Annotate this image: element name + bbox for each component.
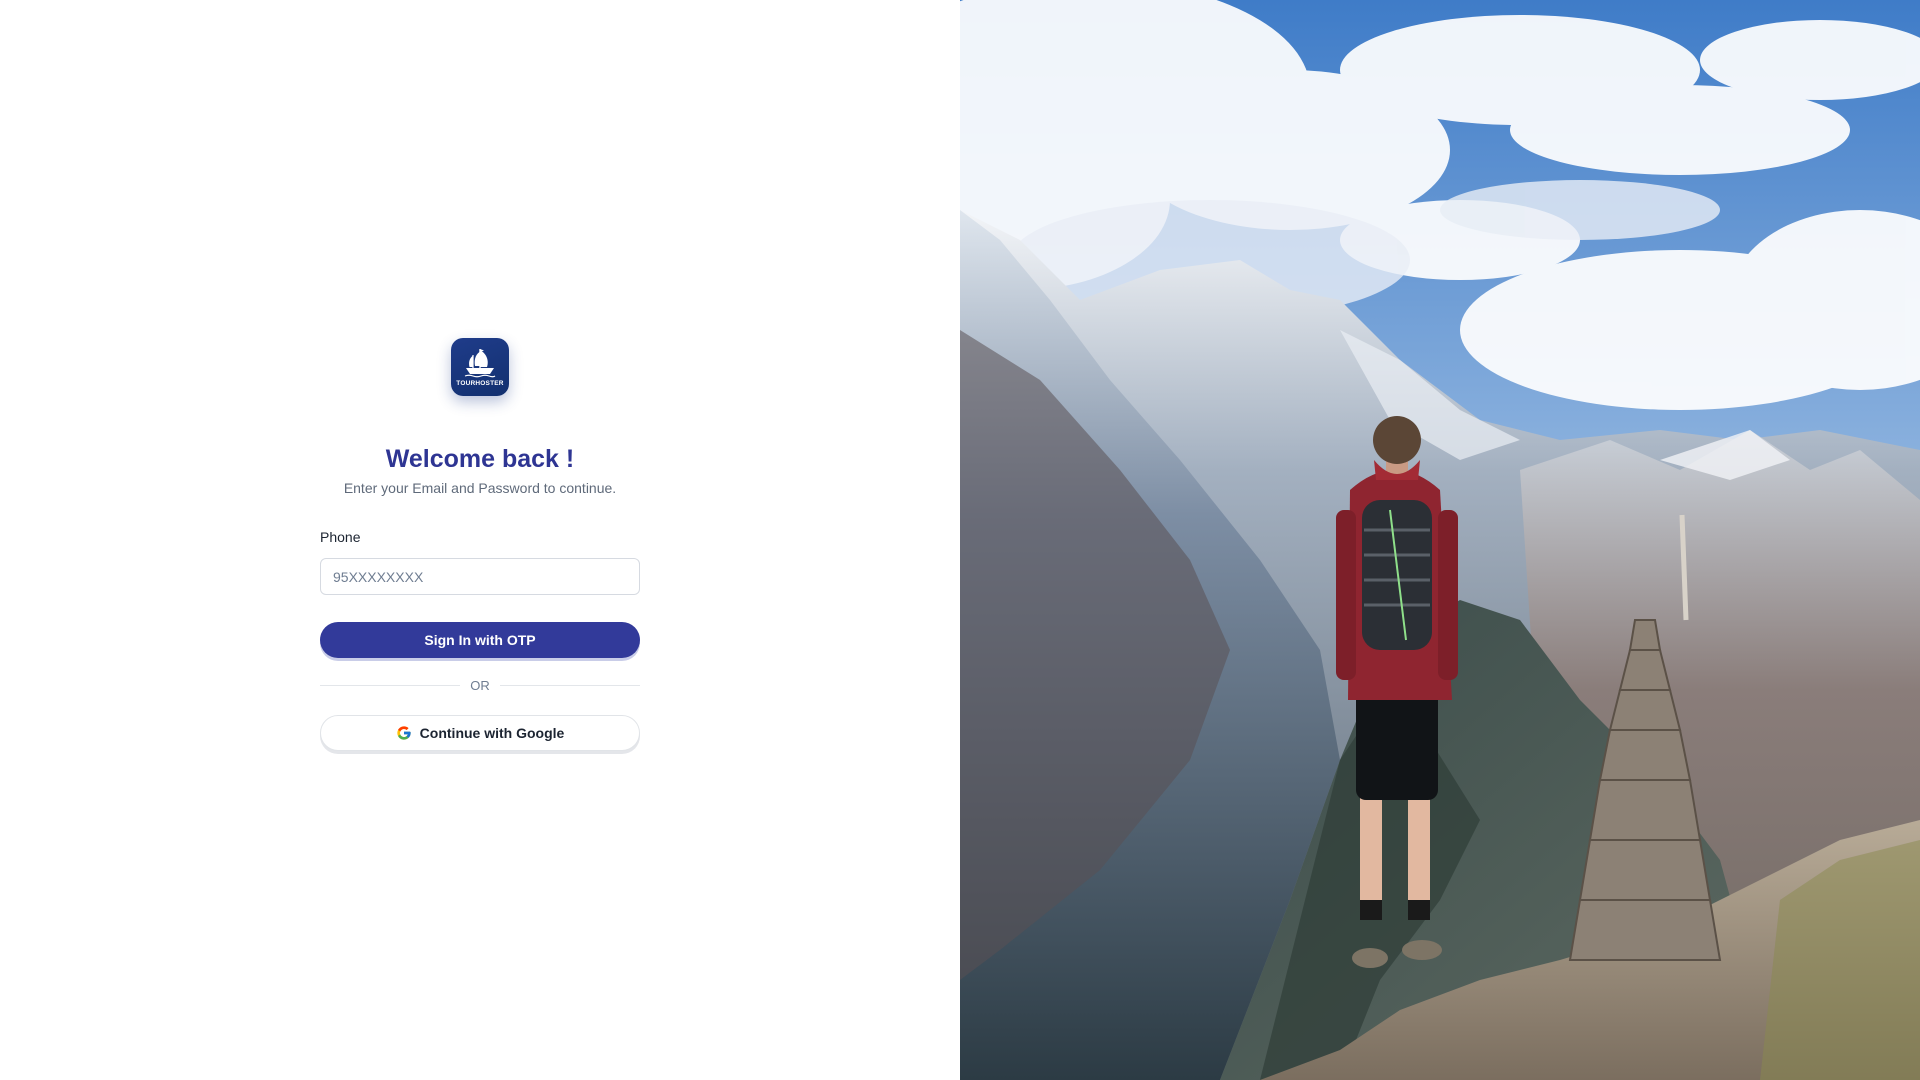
sign-in-otp-button[interactable]: Sign In with OTP xyxy=(320,622,640,658)
google-button-label: Continue with Google xyxy=(419,725,565,741)
divider-line-right xyxy=(499,685,640,686)
or-divider: OR xyxy=(320,678,640,693)
hiker-on-mountain-cliff-photo xyxy=(960,0,1920,1080)
page-title: Welcome back ! xyxy=(385,445,575,473)
phone-input[interactable] xyxy=(320,558,640,595)
continue-with-google-button[interactable]: Continue with Google xyxy=(320,715,640,751)
google-icon xyxy=(397,726,411,740)
brand-logo: TOURHOSTER xyxy=(451,338,509,396)
login-page: TOURHOSTER Welcome back ! Enter your Ema… xyxy=(0,0,1920,1080)
phone-label: Phone xyxy=(320,529,361,545)
login-panel: TOURHOSTER Welcome back ! Enter your Ema… xyxy=(0,0,960,1080)
divider-text: OR xyxy=(470,678,490,693)
brand-logo-text: TOURHOSTER xyxy=(456,380,504,387)
divider-line-left xyxy=(320,685,461,686)
page-subtitle: Enter your Email and Password to continu… xyxy=(343,480,617,496)
hero-image xyxy=(960,0,1920,1080)
login-form: TOURHOSTER Welcome back ! Enter your Ema… xyxy=(320,338,640,751)
ship-logo-icon xyxy=(464,349,496,378)
